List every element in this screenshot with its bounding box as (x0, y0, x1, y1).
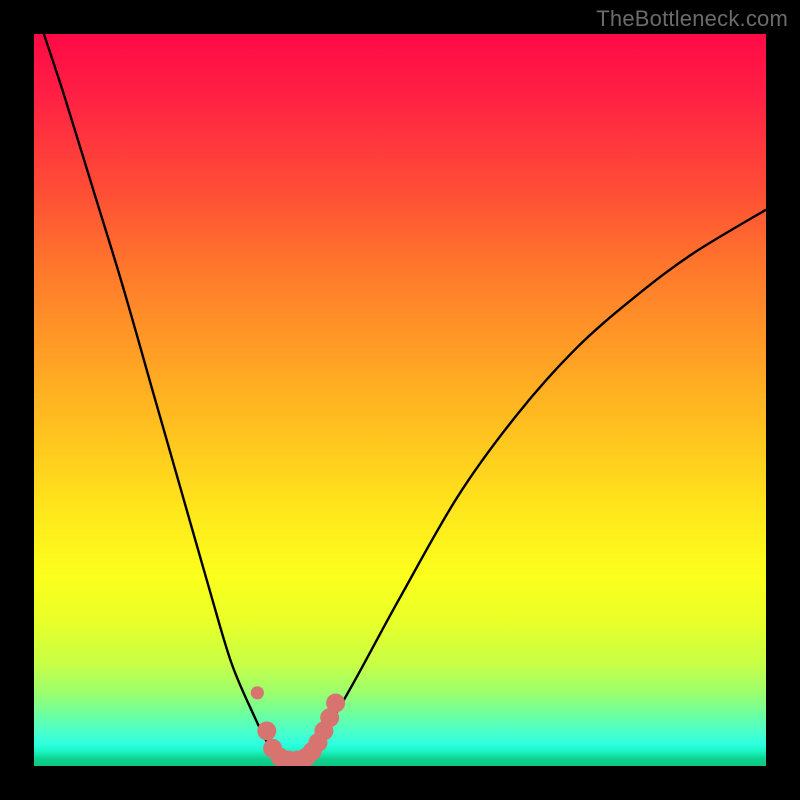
watermark-text: TheBottleneck.com (596, 6, 788, 32)
bottleneck-chart (34, 34, 766, 766)
highlight-dot (257, 721, 276, 740)
highlight-dot (251, 686, 264, 699)
chart-area (34, 34, 766, 766)
bottleneck-curve (34, 34, 766, 760)
min-highlight-dots (251, 686, 345, 766)
highlight-dot (326, 694, 345, 713)
